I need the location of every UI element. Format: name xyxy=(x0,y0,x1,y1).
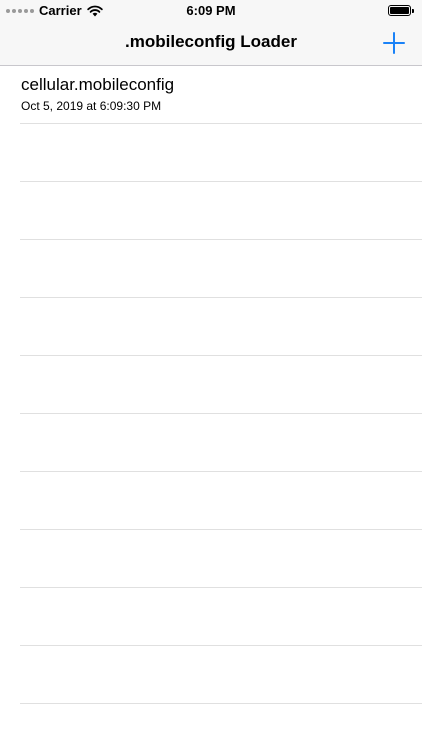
empty-row xyxy=(20,240,422,298)
status-time: 6:09 PM xyxy=(186,3,236,18)
file-name: cellular.mobileconfig xyxy=(21,75,175,94)
empty-row xyxy=(20,124,422,182)
empty-row xyxy=(20,646,422,704)
empty-row xyxy=(20,588,422,646)
file-list: cellular.mobileconfig Oct 5, 2019 at 6:0… xyxy=(0,66,422,750)
empty-row xyxy=(20,182,422,240)
battery-icon xyxy=(388,5,414,16)
navigation-bar: .mobileconfig Loader xyxy=(0,20,422,66)
empty-row xyxy=(20,414,422,472)
file-date: Oct 5, 2019 at 6:09:30 PM xyxy=(21,99,162,113)
plus-icon xyxy=(383,32,405,54)
add-button[interactable] xyxy=(380,29,408,57)
file-row[interactable]: cellular.mobileconfig Oct 5, 2019 at 6:0… xyxy=(20,66,422,124)
status-bar: Carrier 6:09 PM xyxy=(0,0,422,20)
empty-row xyxy=(20,298,422,356)
empty-row xyxy=(20,472,422,530)
empty-row xyxy=(20,356,422,414)
empty-row xyxy=(20,530,422,588)
page-title: .mobileconfig Loader xyxy=(125,32,297,51)
